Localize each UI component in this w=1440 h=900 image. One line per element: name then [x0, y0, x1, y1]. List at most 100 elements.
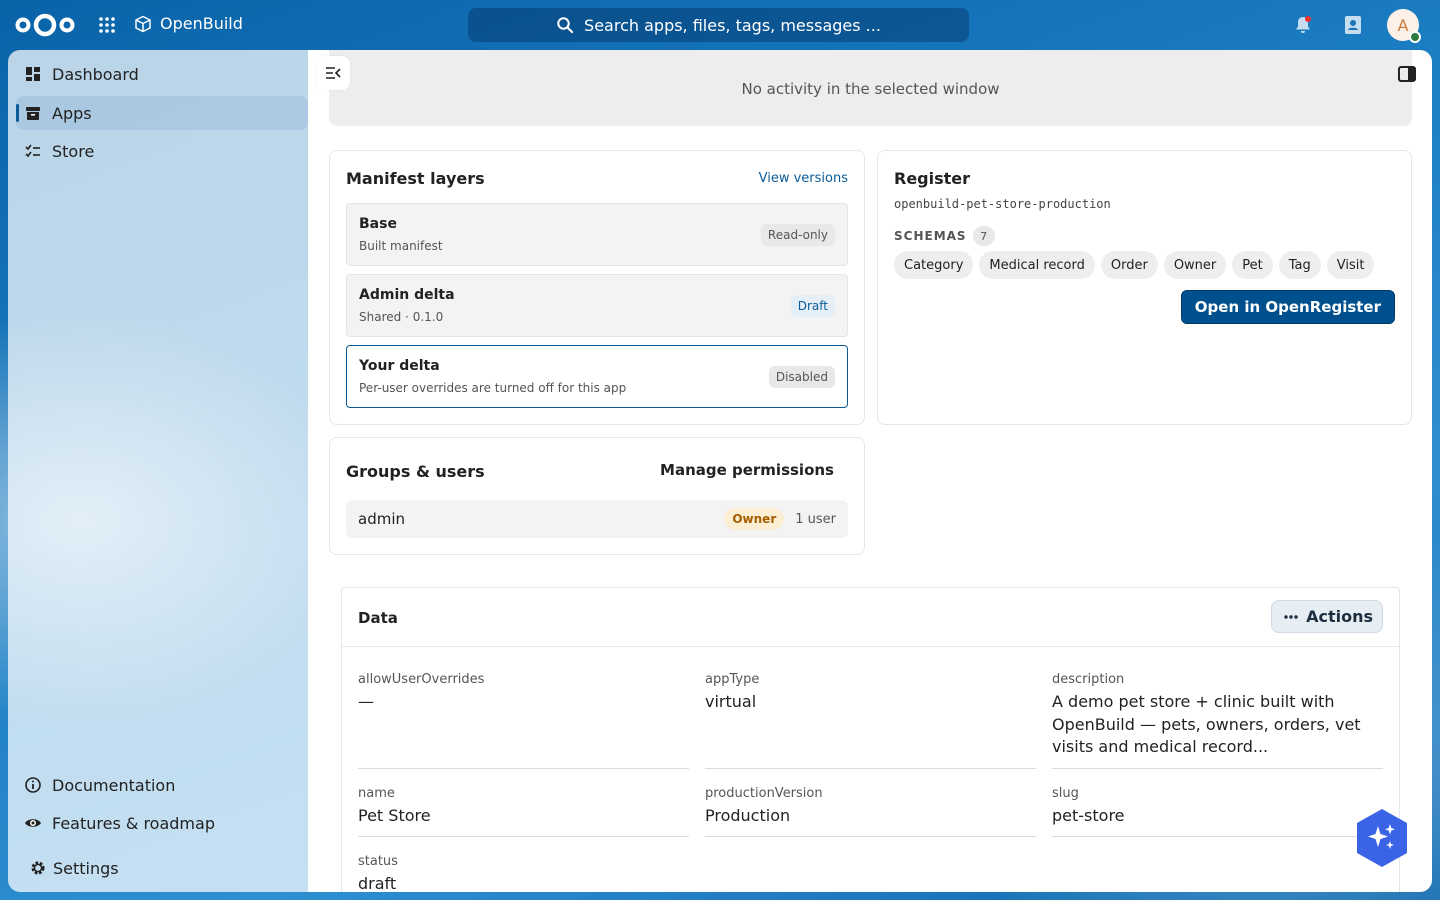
sidebar-item-label: Store — [52, 141, 95, 161]
register-slug: openbuild-pet-store-production — [894, 197, 1111, 211]
open-in-openregister-button[interactable]: Open in OpenRegister — [1180, 290, 1395, 324]
card-title: Register — [894, 169, 971, 188]
nextcloud-logo[interactable] — [14, 11, 76, 39]
empty-activity-text: No activity in the selected window — [741, 80, 1000, 98]
online-status-icon — [1409, 31, 1421, 43]
sidebar-item-label: Documentation — [52, 775, 176, 795]
gear-icon — [31, 861, 45, 875]
field-value: draft — [358, 874, 397, 892]
data-field-productionversion: productionVersion Production — [705, 786, 1036, 837]
manage-permissions-button[interactable]: Manage permissions — [660, 461, 834, 479]
actions-label: Actions — [1306, 607, 1373, 626]
search-bar[interactable]: Search apps, files, tags, messages ... — [468, 8, 969, 42]
app-name: OpenBuild — [160, 14, 243, 33]
main-content: No activity in the selected window Manif… — [308, 50, 1432, 892]
sidebar-item-dashboard[interactable]: Dashboard — [16, 57, 308, 91]
notifications-icon[interactable] — [1292, 14, 1314, 36]
activity-panel: No activity in the selected window — [329, 50, 1412, 126]
register-card: Register openbuild-pet-store-production … — [877, 150, 1412, 425]
top-header: OpenBuild Search apps, files, tags, mess… — [0, 0, 1440, 50]
sidebar-item-documentation[interactable]: Documentation — [16, 768, 308, 802]
sidebar: Dashboard Apps Store Documentation Featu… — [8, 50, 308, 892]
manifest-layers-card: Manifest layers View versions Base Built… — [329, 150, 865, 425]
role-badge: Owner — [724, 508, 785, 530]
toggle-sidebar-icon[interactable] — [1398, 66, 1416, 82]
checklist-icon — [25, 144, 40, 158]
layer-description: Shared · 0.1.0 — [359, 310, 444, 324]
data-card: Data Actions allowUserOverrides — appTyp… — [341, 587, 1400, 892]
layer-description: Per-user overrides are turned off for th… — [359, 381, 627, 395]
sidebar-item-label: Settings — [53, 858, 119, 878]
search-icon — [557, 17, 574, 34]
group-row[interactable]: admin Owner 1 user — [346, 500, 848, 538]
contacts-icon[interactable] — [1342, 14, 1364, 36]
field-label: slug — [1052, 786, 1079, 801]
layer-name: Base — [359, 216, 397, 232]
card-title: Manifest layers — [346, 169, 485, 188]
schemas-header: SCHEMAS 7 — [894, 226, 995, 246]
sidebar-item-features-roadmap[interactable]: Features & roadmap — [16, 806, 308, 840]
layer-base[interactable]: Base Built manifest Read-only — [346, 203, 848, 266]
archive-icon — [26, 107, 40, 120]
data-field-allowuseroverrides: allowUserOverrides — — [358, 672, 689, 769]
cube-icon — [135, 15, 151, 32]
field-label: appType — [705, 672, 760, 687]
schema-chip[interactable]: Medical record — [979, 251, 1095, 279]
schema-chip[interactable]: Category — [894, 251, 974, 279]
view-versions-link[interactable]: View versions — [759, 171, 848, 186]
info-icon — [25, 777, 41, 793]
layer-description: Built manifest — [359, 239, 443, 253]
actions-button[interactable]: Actions — [1271, 600, 1383, 633]
sidebar-item-label: Features & roadmap — [52, 813, 215, 833]
layer-name: Your delta — [359, 358, 440, 374]
more-icon — [1284, 614, 1298, 619]
field-label: productionVersion — [705, 786, 823, 801]
data-field-description: description A demo pet store + clinic bu… — [1052, 672, 1383, 769]
toggle-navigation-button[interactable] — [316, 56, 350, 90]
data-field-name: name Pet Store — [358, 786, 689, 837]
field-value: Pet Store — [358, 806, 431, 825]
current-app[interactable]: OpenBuild — [134, 14, 243, 33]
field-label: status — [358, 854, 398, 869]
group-name: admin — [358, 510, 405, 528]
field-value: pet-store — [1052, 806, 1125, 825]
field-label: name — [358, 786, 395, 801]
schema-chip[interactable]: Pet — [1232, 251, 1273, 279]
status-badge: Read-only — [760, 224, 835, 246]
schema-chip[interactable]: Owner — [1163, 251, 1227, 279]
schemas-label: SCHEMAS — [894, 229, 967, 243]
user-avatar[interactable]: A — [1387, 9, 1421, 43]
groups-users-card: Groups & users Manage permissions admin … — [329, 437, 865, 555]
field-value: Production — [705, 806, 791, 825]
card-title: Data — [358, 609, 398, 627]
sidebar-item-apps[interactable]: Apps — [16, 96, 308, 130]
layer-your-delta[interactable]: Your delta Per-user overrides are turned… — [346, 345, 848, 408]
layer-admin-delta[interactable]: Admin delta Shared · 0.1.0 Draft — [346, 274, 848, 337]
field-value: A demo pet store + clinic built with Ope… — [1052, 692, 1361, 756]
divider — [342, 646, 1399, 647]
dashboard-icon — [26, 67, 40, 81]
schema-chip[interactable]: Tag — [1278, 251, 1321, 279]
menu-collapse-icon — [326, 67, 341, 79]
layer-name: Admin delta — [359, 287, 455, 303]
search-placeholder: Search apps, files, tags, messages ... — [584, 15, 881, 35]
schema-chip[interactable]: Visit — [1326, 251, 1375, 279]
app-menu-icon[interactable] — [98, 16, 116, 34]
field-label: description — [1052, 672, 1125, 687]
eye-icon — [25, 819, 41, 827]
avatar-initial: A — [1397, 15, 1409, 35]
field-label: allowUserOverrides — [358, 672, 485, 687]
status-badge: Disabled — [768, 366, 835, 388]
schemas-count-badge: 7 — [972, 226, 995, 246]
schema-chip[interactable]: Order — [1100, 251, 1158, 279]
status-badge: Draft — [790, 295, 835, 317]
schema-chips: Category Medical record Order Owner Pet … — [894, 251, 1375, 279]
sidebar-item-settings[interactable]: Settings — [16, 851, 308, 885]
sidebar-item-label: Dashboard — [52, 64, 139, 84]
data-field-apptype: appType virtual — [705, 672, 1036, 769]
card-title: Groups & users — [346, 462, 485, 481]
sidebar-item-label: Apps — [52, 103, 92, 123]
sidebar-item-store[interactable]: Store — [16, 134, 308, 168]
assistant-sparkle-button[interactable] — [1356, 808, 1408, 868]
data-field-status: status draft — [358, 854, 689, 892]
